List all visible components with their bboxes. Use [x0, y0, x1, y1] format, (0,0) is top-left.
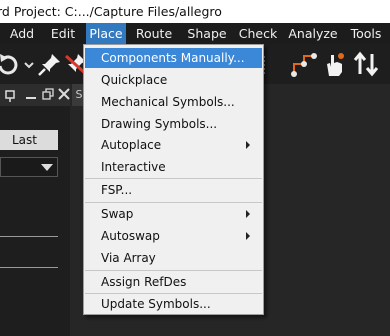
submenu-arrow-icon: [246, 232, 250, 240]
menu-item-drawing-symbols[interactable]: Drawing Symbols...: [85, 114, 262, 134]
menu-item-interactive[interactable]: Interactive: [85, 157, 262, 177]
menu-item-swap[interactable]: Swap: [85, 204, 262, 224]
left-panel: Last: [0, 84, 70, 336]
menu-item-autoswap[interactable]: Autoswap: [85, 226, 262, 246]
route-connect-icon[interactable]: [290, 50, 318, 78]
hand-pointer-icon[interactable]: [320, 50, 348, 78]
menu-tools[interactable]: Tools: [346, 23, 386, 44]
menu-item-fsp[interactable]: FSP...: [85, 180, 262, 200]
last-button-label: Last: [12, 133, 37, 147]
menu-separator: [85, 202, 262, 203]
menu-place[interactable]: Place: [86, 23, 126, 44]
menu-separator: [85, 178, 262, 179]
divider-line: [0, 267, 58, 268]
last-button[interactable]: Last: [0, 130, 58, 150]
chevron-down-icon: [41, 164, 53, 171]
rotate-icon[interactable]: [0, 50, 22, 78]
minimize-icon[interactable]: [26, 90, 36, 100]
menu-item-via-array[interactable]: Via Array: [85, 248, 262, 268]
menu-route[interactable]: Route: [131, 23, 177, 44]
divider-line: [0, 236, 58, 237]
menu-check[interactable]: Check: [237, 23, 279, 44]
window-title-bar: rd Project: C:.../Capture Files/allegro: [0, 0, 390, 23]
menu-edit[interactable]: Edit: [46, 23, 80, 44]
swap-arrows-icon[interactable]: [352, 50, 380, 78]
panel-header: [0, 84, 70, 106]
window-title: rd Project: C:.../Capture Files/allegro: [0, 4, 222, 19]
pin-panel-icon[interactable]: [4, 88, 18, 102]
menu-separator: [85, 270, 262, 271]
menu-item-assign-refdes[interactable]: Assign RefDes: [85, 272, 262, 292]
panel-dropdown[interactable]: [0, 157, 58, 177]
menu-shape[interactable]: Shape: [184, 23, 230, 44]
menu-item-mechanical-symbols[interactable]: Mechanical Symbols...: [85, 92, 262, 112]
menu-item-update-symbols[interactable]: Update Symbols...: [85, 294, 262, 314]
menu-item-components-manually[interactable]: Components Manually...: [85, 48, 262, 68]
menu-bar: Add Edit Place Route Shape Check Analyze…: [0, 23, 390, 44]
pin-icon[interactable]: [36, 50, 64, 78]
menu-add[interactable]: Add: [4, 23, 40, 44]
menu-item-autoplace[interactable]: Autoplace: [85, 135, 262, 155]
submenu-arrow-icon: [246, 210, 250, 218]
menu-item-quickplace[interactable]: Quickplace: [85, 70, 262, 90]
submenu-arrow-icon: [246, 141, 250, 149]
place-menu: Components Manually... Quickplace Mechan…: [83, 44, 264, 315]
menu-analyze[interactable]: Analyze: [287, 23, 339, 44]
close-panel-icon[interactable]: [58, 88, 70, 100]
restore-icon[interactable]: [42, 88, 54, 100]
